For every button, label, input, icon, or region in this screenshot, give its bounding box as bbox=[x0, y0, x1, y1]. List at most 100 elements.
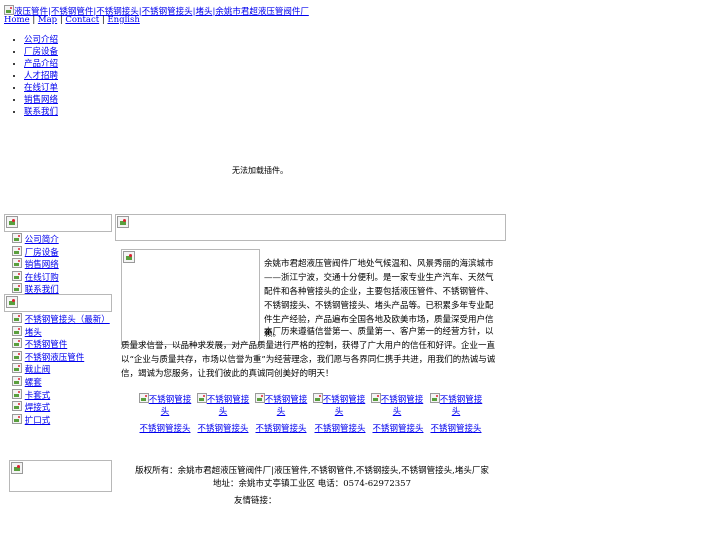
product-caption-link[interactable]: 不锈钢管接头 bbox=[423, 422, 489, 434]
intro-text: 本厂历来遵循信誉第一、质量第一、客户第一的经营方针，以质量求信誉，以品种求发展，… bbox=[121, 327, 496, 379]
product-category-link[interactable]: 不锈钢管件 bbox=[25, 340, 68, 350]
product-thumb[interactable]: 不锈钢管接头 bbox=[369, 393, 425, 418]
broken-image-icon bbox=[6, 216, 18, 228]
product-category-link[interactable]: 截止阀 bbox=[25, 365, 51, 375]
product-caption-link[interactable]: 不锈钢管接头 bbox=[248, 422, 314, 434]
broken-image-icon bbox=[196, 393, 207, 403]
broken-image-icon bbox=[429, 393, 440, 403]
product-thumb-link[interactable]: 不锈钢管接头 bbox=[381, 395, 424, 417]
product-category-link[interactable]: 螺套 bbox=[25, 378, 42, 388]
menu-item-contact-us[interactable]: 联系我们 bbox=[24, 106, 58, 118]
product-caption-link[interactable]: 不锈钢管接头 bbox=[307, 422, 373, 434]
bullet-image-icon bbox=[12, 388, 22, 399]
broken-image-icon bbox=[11, 462, 23, 474]
product-category-item[interactable]: 不锈钢管件 bbox=[12, 338, 110, 351]
english-link[interactable]: English bbox=[107, 15, 139, 25]
bullet-image-icon bbox=[12, 413, 22, 424]
product-thumb-link[interactable]: 不锈钢管接头 bbox=[323, 395, 366, 417]
product-thumb[interactable]: 不锈钢管接头 bbox=[428, 393, 484, 418]
left-nav-link[interactable]: 在线订购 bbox=[25, 273, 59, 283]
bullet-image-icon bbox=[12, 270, 22, 281]
menu-link[interactable]: 联系我们 bbox=[24, 107, 58, 117]
menu-link[interactable]: 产品介绍 bbox=[24, 59, 58, 69]
footer-logo-image bbox=[9, 460, 112, 492]
product-thumb-link[interactable]: 不锈钢管接头 bbox=[207, 395, 250, 417]
menu-item-online-order[interactable]: 在线订单 bbox=[24, 82, 58, 94]
product-thumb[interactable]: 不锈钢管接头 bbox=[311, 393, 367, 418]
friend-links-label: 友情链接： bbox=[234, 496, 277, 506]
bullet-image-icon bbox=[12, 313, 22, 323]
bullet-image-icon bbox=[12, 363, 22, 374]
product-thumb-link[interactable]: 不锈钢管接头 bbox=[440, 395, 483, 417]
product-category-item[interactable]: 截止阀 bbox=[12, 363, 110, 376]
header-links: Home | Map | Contact | English bbox=[4, 15, 140, 26]
separator: | bbox=[59, 15, 63, 25]
menu-link[interactable]: 公司介绍 bbox=[24, 35, 58, 45]
left-nav-header-image bbox=[4, 214, 112, 232]
left-nav-list: 公司简介 厂房设备 销售网络 在线订购 联系我们 bbox=[12, 233, 59, 296]
product-category-item[interactable]: 不锈钢管接头（最新） bbox=[12, 313, 110, 326]
broken-image-icon bbox=[6, 296, 18, 308]
product-thumb[interactable]: 不锈钢管接头 bbox=[137, 393, 193, 418]
broken-image-icon bbox=[370, 393, 381, 403]
footer-copyright: 版权所有：余姚市君超液压管阀件厂|液压管件,不锈钢管件,不锈钢接头,不锈钢管接头… bbox=[135, 466, 489, 476]
broken-image-icon bbox=[123, 251, 135, 263]
product-caption-link[interactable]: 不锈钢管接头 bbox=[365, 422, 431, 434]
left-nav-link[interactable]: 厂房设备 bbox=[25, 248, 59, 258]
left-nav-item-company[interactable]: 公司简介 bbox=[12, 233, 59, 246]
product-thumb-link[interactable]: 不锈钢管接头 bbox=[149, 395, 192, 417]
bullet-image-icon bbox=[12, 245, 22, 256]
broken-image-icon bbox=[312, 393, 323, 403]
product-category-link[interactable]: 堵头 bbox=[25, 328, 42, 338]
broken-image-icon bbox=[138, 393, 149, 403]
product-category-item[interactable]: 堵头 bbox=[12, 325, 110, 339]
bullet-image-icon bbox=[12, 375, 22, 386]
product-caption-link[interactable]: 不锈钢管接头 bbox=[132, 422, 198, 434]
product-category-item[interactable]: 扩口式 bbox=[12, 413, 110, 427]
menu-item-company-intro[interactable]: 公司介绍 bbox=[24, 34, 58, 46]
bullet-image-icon bbox=[12, 338, 22, 349]
menu-item-recruitment[interactable]: 人才招聘 bbox=[24, 70, 58, 82]
map-link[interactable]: Map bbox=[38, 15, 57, 25]
product-category-item[interactable]: 焊接式 bbox=[12, 401, 110, 414]
intro-paragraph-2: 本厂历来遵循信誉第一、质量第一、客户第一的经营方针，以质量求信誉，以品种求发展，… bbox=[121, 325, 498, 381]
product-thumb[interactable]: 不锈钢管接头 bbox=[195, 393, 251, 418]
product-category-link[interactable]: 不锈钢液压管件 bbox=[25, 353, 85, 363]
main-banner-image bbox=[115, 214, 506, 241]
menu-link[interactable]: 销售网络 bbox=[24, 95, 58, 105]
menu-item-products[interactable]: 产品介绍 bbox=[24, 58, 58, 70]
left-products-header-image bbox=[4, 294, 112, 312]
separator: | bbox=[32, 15, 36, 25]
menu-link[interactable]: 在线订单 bbox=[24, 83, 58, 93]
top-menu: 公司介绍 厂房设备 产品介绍 人才招聘 在线订单 销售网络 联系我们 bbox=[0, 34, 58, 118]
home-link[interactable]: Home bbox=[4, 15, 30, 25]
product-category-item[interactable]: 螺套 bbox=[12, 375, 110, 389]
product-category-link[interactable]: 焊接式 bbox=[25, 403, 51, 413]
product-category-link[interactable]: 扩口式 bbox=[25, 416, 51, 426]
broken-image-icon bbox=[254, 393, 265, 403]
product-category-link[interactable]: 卡套式 bbox=[25, 391, 51, 401]
product-thumb-link[interactable]: 不锈钢管接头 bbox=[265, 395, 308, 417]
menu-item-sales-network[interactable]: 销售网络 bbox=[24, 94, 58, 106]
product-thumb[interactable]: 不锈钢管接头 bbox=[253, 393, 309, 418]
left-nav-item-sales[interactable]: 销售网络 bbox=[12, 258, 59, 271]
bullet-image-icon bbox=[12, 258, 22, 269]
plugin-error-message: 无法加载插件。 bbox=[232, 166, 288, 175]
left-products-list: 不锈钢管接头（最新） 堵头 不锈钢管件 不锈钢液压管件 截止阀 螺套 卡套式 焊… bbox=[12, 313, 110, 426]
product-category-item[interactable]: 不锈钢液压管件 bbox=[12, 350, 110, 364]
left-nav-link[interactable]: 公司简介 bbox=[25, 235, 59, 245]
separator: | bbox=[101, 15, 105, 25]
left-nav-item-order[interactable]: 在线订购 bbox=[12, 270, 59, 284]
menu-link[interactable]: 厂房设备 bbox=[24, 47, 58, 57]
product-caption-link[interactable]: 不锈钢管接头 bbox=[190, 422, 256, 434]
left-nav-item-factory[interactable]: 厂房设备 bbox=[12, 245, 59, 259]
menu-item-factory-equipment[interactable]: 厂房设备 bbox=[24, 46, 58, 58]
bullet-image-icon bbox=[12, 325, 22, 336]
contact-link[interactable]: Contact bbox=[65, 15, 99, 25]
left-nav-link[interactable]: 销售网络 bbox=[25, 260, 59, 270]
product-category-item[interactable]: 卡套式 bbox=[12, 388, 110, 402]
product-category-link[interactable]: 不锈钢管接头（最新） bbox=[25, 315, 110, 325]
bullet-image-icon bbox=[12, 283, 22, 294]
menu-link[interactable]: 人才招聘 bbox=[24, 71, 58, 81]
footer-address: 地址：余姚市丈亭镇工业区 电话：0574-62972357 bbox=[213, 479, 411, 489]
